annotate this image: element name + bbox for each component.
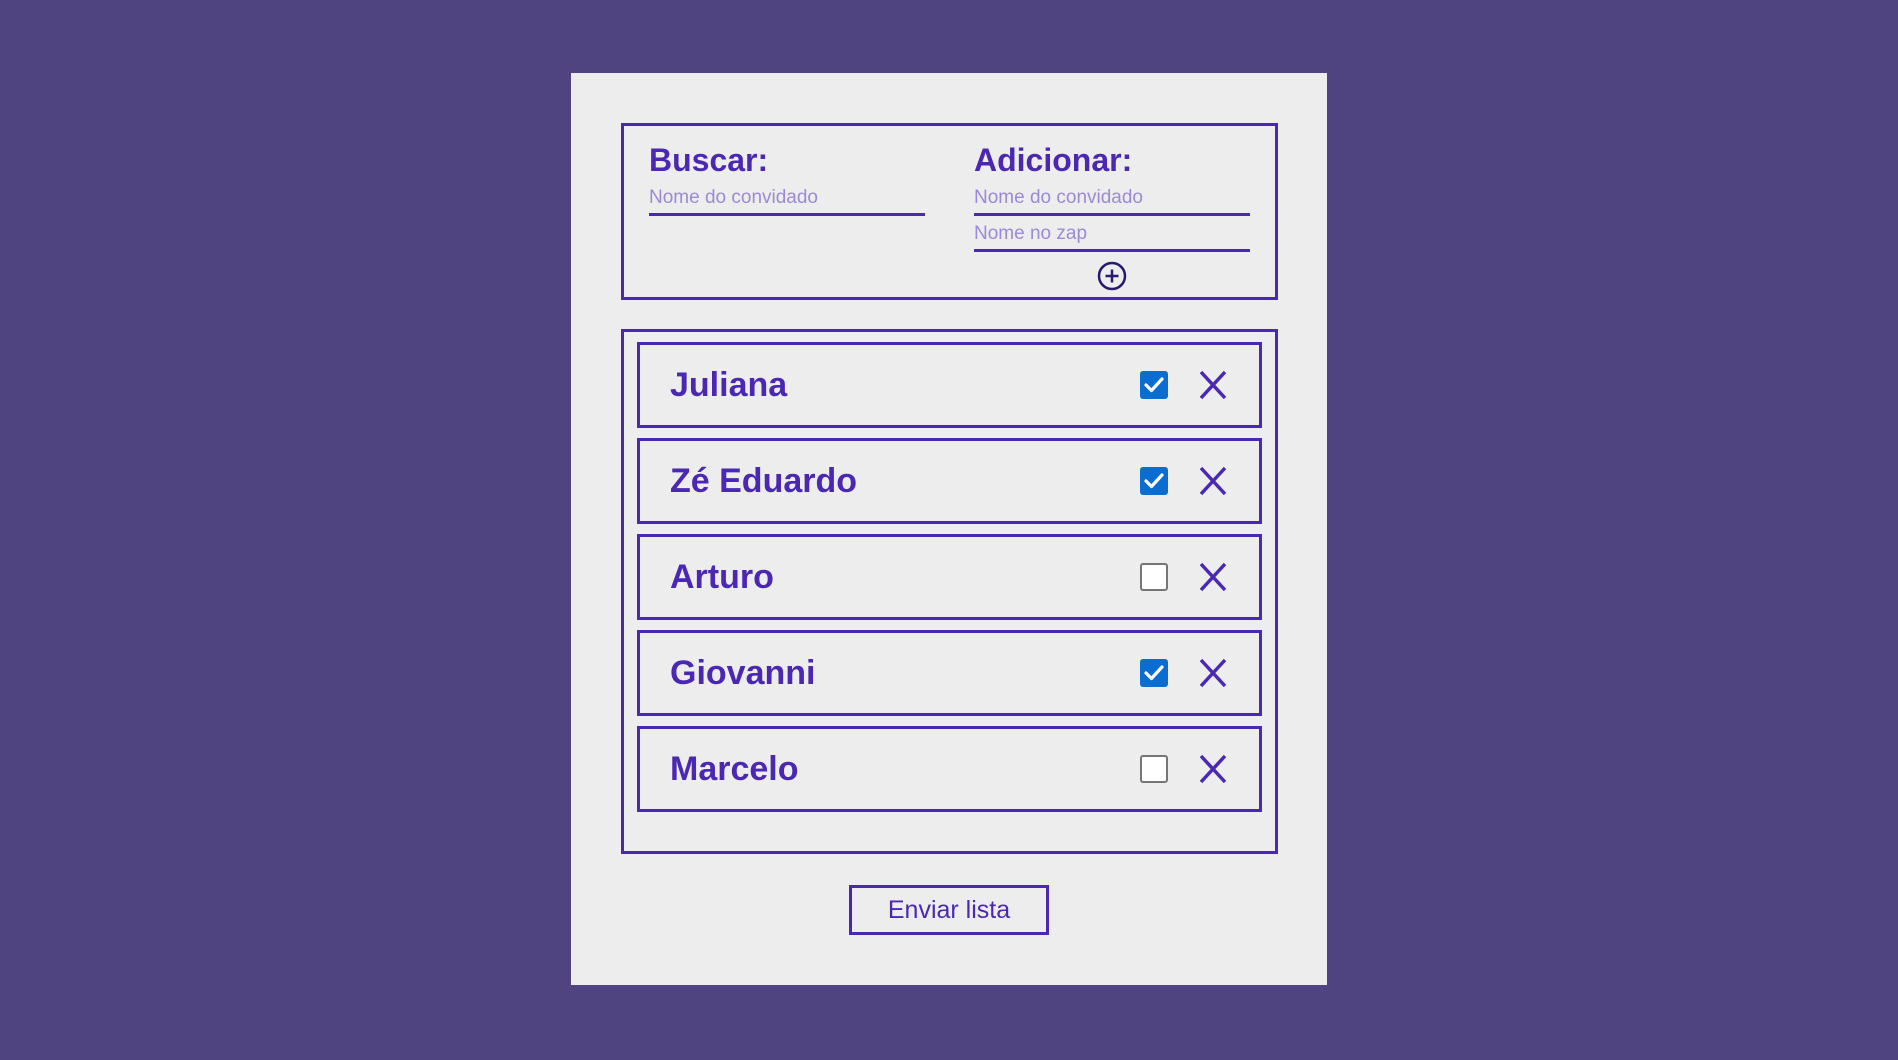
guest-name: Zé Eduardo [670, 462, 858, 500]
guest-checkbox[interactable] [1140, 659, 1168, 687]
guest-checkbox[interactable] [1140, 371, 1168, 399]
remove-guest-button[interactable] [1195, 559, 1231, 595]
guest-name: Juliana [670, 366, 788, 404]
guest-name-input[interactable] [974, 183, 1250, 216]
zap-name-input[interactable] [974, 219, 1250, 252]
close-icon [1199, 370, 1227, 400]
guest-row: Giovanni [637, 630, 1262, 716]
close-icon [1199, 466, 1227, 496]
add-guest-button[interactable] [1097, 261, 1127, 291]
remove-guest-button[interactable] [1195, 655, 1231, 691]
guest-row: Juliana [637, 342, 1262, 428]
search-input[interactable] [649, 183, 925, 216]
guest-name: Arturo [670, 558, 774, 596]
checkmark-icon [1144, 377, 1164, 393]
guest-form: Buscar: Adicionar: [621, 123, 1278, 300]
close-icon [1199, 754, 1227, 784]
guest-row: Marcelo [637, 726, 1262, 812]
guest-checkbox[interactable] [1140, 563, 1168, 591]
close-icon [1199, 562, 1227, 592]
remove-guest-button[interactable] [1195, 367, 1231, 403]
close-icon [1199, 658, 1227, 688]
search-section: Buscar: [649, 140, 925, 216]
guest-name: Marcelo [670, 750, 799, 788]
send-list-button[interactable]: Enviar lista [849, 885, 1049, 935]
checkmark-icon [1144, 473, 1164, 489]
plus-circle-icon [1097, 261, 1127, 291]
guest-row: Zé Eduardo [637, 438, 1262, 524]
search-heading: Buscar: [649, 142, 769, 178]
guest-checkbox[interactable] [1140, 755, 1168, 783]
guest-list: Juliana Zé Eduardo Arturo Giovanni Marce… [621, 329, 1278, 854]
guest-row: Arturo [637, 534, 1262, 620]
remove-guest-button[interactable] [1195, 751, 1231, 787]
remove-guest-button[interactable] [1195, 463, 1231, 499]
add-heading: Adicionar: [974, 142, 1133, 178]
guest-name: Giovanni [670, 654, 816, 692]
guest-checkbox[interactable] [1140, 467, 1168, 495]
add-section: Adicionar: [974, 140, 1250, 291]
checkmark-icon [1144, 665, 1164, 681]
guest-list-card: Buscar: Adicionar: Juliana [571, 73, 1327, 985]
